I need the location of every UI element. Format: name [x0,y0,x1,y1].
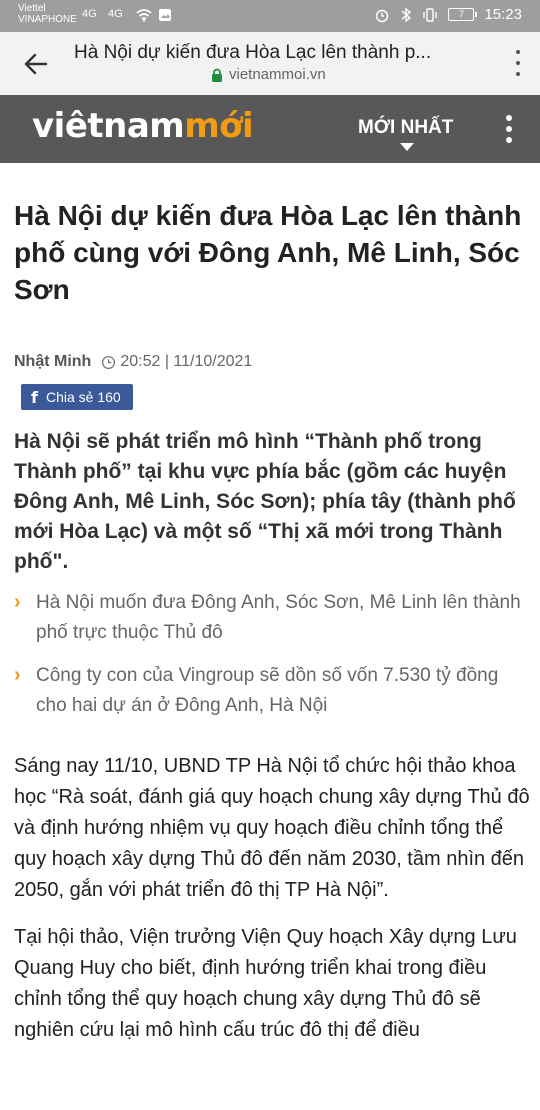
related-link-item[interactable]: › Công ty con của Vingroup sẽ dồn số vốn… [14,661,530,721]
share-count-label: Chia sẻ 160 [45,389,121,405]
article-meta: Nhật Minh 20:52 | 11/10/2021 [14,352,530,372]
browser-page-title[interactable]: Hà Nội dự kiến đưa Hòa Lạc lên thành p..… [74,42,470,64]
related-link-item[interactable]: › Hà Nội muốn đưa Đông Anh, Sóc Sơn, Mê … [14,588,530,648]
vibrate-icon [423,7,438,22]
signal-2-icon: 4G [108,8,123,20]
battery-icon: 7 [448,8,478,21]
chevron-right-icon: › [14,591,21,613]
wifi-icon [136,9,152,22]
site-header: viêtnammới MỚI NHẤT [0,95,540,163]
signal-1-icon: 4G [82,8,97,20]
caret-down-icon[interactable] [400,143,414,151]
clock-time: 15:23 [484,6,522,23]
lock-icon [212,68,222,82]
back-arrow-icon[interactable] [20,48,52,80]
browser-toolbar: Hà Nội dự kiến đưa Hòa Lạc lên thành p..… [0,32,540,95]
browser-url[interactable]: vietnammoi.vn [210,66,326,83]
chevron-right-icon: › [14,664,21,686]
browser-menu-icon[interactable] [514,50,522,76]
related-links: › Hà Nội muốn đưa Đông Anh, Sóc Sơn, Mê … [14,588,530,721]
article-sapo: Hà Nội sẽ phát triển mô hình “Thành phố … [14,430,516,573]
site-menu-icon[interactable] [506,115,512,143]
carrier-info: Viettel VINAPHONE [18,3,77,25]
article-paragraph: Tại hội thảo, Viện trưởng Viện Quy hoạch… [14,926,517,1041]
facebook-icon: f [31,387,38,407]
latest-news-menu[interactable]: MỚI NHẤT [358,117,453,139]
status-right: 7 15:23 [374,6,522,23]
article-datetime: 20:52 | 11/10/2021 [120,353,253,370]
related-link-text[interactable]: Công ty con của Vingroup sẽ dồn số vốn 7… [36,661,530,721]
facebook-share-button[interactable]: f Chia sẻ 160 [21,384,133,410]
article-paragraph: Sáng nay 11/10, UBND TP Hà Nội tổ chức h… [14,755,530,901]
carrier-2: VINAPHONE [18,14,77,25]
carrier-1: Viettel [18,3,46,14]
status-bar: Viettel VINAPHONE 4G 4G 7 15:23 [0,0,540,32]
article-author[interactable]: Nhật Minh [14,353,91,371]
logo-part-white: viêtnam [32,106,185,146]
site-logo[interactable]: viêtnammới [32,106,254,146]
article-title: Hà Nội dự kiến đưa Hòa Lạc lên thành phố… [14,200,522,305]
logo-part-orange: mới [184,106,254,146]
image-notification-icon [159,9,171,21]
alarm-icon [376,9,389,22]
related-link-text[interactable]: Hà Nội muốn đưa Đông Anh, Sóc Sơn, Mê Li… [36,588,530,648]
article: Hà Nội dự kiến đưa Hòa Lạc lên thành phố… [14,163,530,1062]
browser-url-text: vietnammoi.vn [229,66,326,83]
clock-icon [102,355,116,369]
bluetooth-icon [401,7,412,22]
